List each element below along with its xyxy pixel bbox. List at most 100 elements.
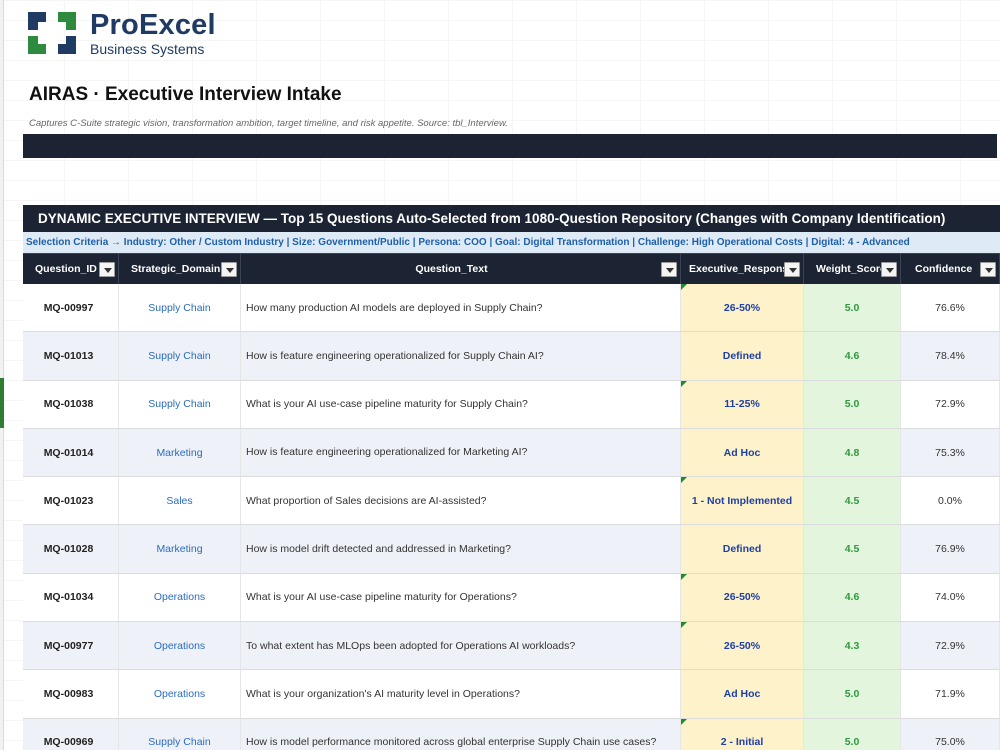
weight-score-cell[interactable]: 5.0 xyxy=(804,380,901,428)
response-cell[interactable]: 26-50% xyxy=(681,573,804,622)
response-value: Ad Hoc xyxy=(723,688,761,701)
response-cell[interactable]: 1 - Not Implemented xyxy=(681,477,804,525)
response-cell[interactable]: Defined xyxy=(681,525,804,573)
confidence-cell[interactable]: 71.9% xyxy=(901,670,1000,718)
header-strategic-domain[interactable]: Strategic_Domain xyxy=(119,254,241,284)
domain-cell[interactable]: Supply Chain xyxy=(119,718,241,750)
weight-score-cell[interactable]: 4.6 xyxy=(804,332,901,380)
table-row[interactable]: MQ-01014 Marketing How is feature engine… xyxy=(23,428,1000,478)
filter-dropdown-icon[interactable] xyxy=(784,262,800,277)
response-value: 26-50% xyxy=(723,301,761,314)
response-cell[interactable]: 11-25% xyxy=(681,380,804,428)
question-id-cell[interactable]: MQ-00977 xyxy=(23,622,119,670)
confidence-cell[interactable]: 76.9% xyxy=(901,525,1000,573)
response-cell[interactable]: Ad Hoc xyxy=(681,428,804,477)
comment-indicator-icon xyxy=(681,380,687,387)
domain-cell[interactable]: Sales xyxy=(119,477,241,525)
question-text-cell[interactable]: How is feature engineering operationaliz… xyxy=(241,332,681,380)
domain-cell[interactable]: Operations xyxy=(119,622,241,670)
header-label: Executive_Response xyxy=(689,263,795,275)
question-id-cell[interactable]: MQ-01023 xyxy=(23,477,119,525)
header-weight-score[interactable]: Weight_Score xyxy=(804,254,901,284)
domain-cell[interactable]: Supply Chain xyxy=(119,284,241,332)
domain-cell[interactable]: Operations xyxy=(119,670,241,718)
weight-score-cell[interactable]: 4.8 xyxy=(804,428,901,477)
filter-dropdown-icon[interactable] xyxy=(221,262,237,277)
question-id-cell[interactable]: MQ-00997 xyxy=(23,284,119,332)
confidence-cell[interactable]: 75.3% xyxy=(901,428,1000,477)
logo-cross-icon xyxy=(24,8,80,58)
confidence-cell[interactable]: 76.6% xyxy=(901,284,1000,332)
question-text-cell[interactable]: What is your AI use-case pipeline maturi… xyxy=(241,380,681,428)
question-text-cell[interactable]: What is your organization's AI maturity … xyxy=(241,670,681,718)
table-row[interactable]: MQ-01023 Sales What proportion of Sales … xyxy=(23,477,1000,526)
filter-dropdown-icon[interactable] xyxy=(99,262,115,277)
header-confidence[interactable]: Confidence xyxy=(901,254,1000,284)
domain-cell[interactable]: Operations xyxy=(119,573,241,622)
table-row[interactable]: MQ-01013 Supply Chain How is feature eng… xyxy=(23,332,1000,381)
weight-score-cell[interactable]: 4.5 xyxy=(804,477,901,525)
table-row[interactable]: MQ-01034 Operations What is your AI use-… xyxy=(23,573,1000,623)
domain-cell[interactable]: Supply Chain xyxy=(119,380,241,428)
confidence-cell[interactable]: 74.0% xyxy=(901,573,1000,622)
header-question-id[interactable]: Question_ID xyxy=(23,254,119,284)
comment-indicator-icon xyxy=(681,622,687,629)
header-band xyxy=(23,134,997,158)
domain-cell[interactable]: Marketing xyxy=(119,428,241,477)
table-row[interactable]: MQ-00983 Operations What is your organiz… xyxy=(23,670,1000,719)
confidence-cell[interactable]: 72.9% xyxy=(901,380,1000,428)
question-text-cell[interactable]: What proportion of Sales decisions are A… xyxy=(241,477,681,525)
question-id-cell[interactable]: MQ-01013 xyxy=(23,332,119,380)
confidence-cell[interactable]: 75.0% xyxy=(901,718,1000,750)
question-id-cell[interactable]: MQ-01038 xyxy=(23,380,119,428)
question-text-cell[interactable]: How many production AI models are deploy… xyxy=(241,284,681,332)
filter-dropdown-icon[interactable] xyxy=(661,262,677,277)
header-question-text[interactable]: Question_Text xyxy=(241,254,681,284)
weight-score-cell[interactable]: 4.5 xyxy=(804,525,901,573)
response-value: 2 - Initial xyxy=(720,736,764,749)
header-executive-response[interactable]: Executive_Response xyxy=(681,254,804,284)
page-description: Captures C-Suite strategic vision, trans… xyxy=(29,118,508,129)
row-header-strip xyxy=(0,0,4,750)
weight-score-cell[interactable]: 5.0 xyxy=(804,718,901,750)
header-label: Strategic_Domain xyxy=(131,263,221,275)
question-text-cell[interactable]: To what extent has MLOps been adopted fo… xyxy=(241,622,681,670)
question-text-cell[interactable]: How is feature engineering operationaliz… xyxy=(241,428,681,477)
filter-dropdown-icon[interactable] xyxy=(881,262,897,277)
weight-score-cell[interactable]: 4.6 xyxy=(804,573,901,622)
weight-score-cell[interactable]: 5.0 xyxy=(804,670,901,718)
table-row[interactable]: MQ-01028 Marketing How is model drift de… xyxy=(23,525,1000,574)
response-cell[interactable]: 26-50% xyxy=(681,284,804,332)
question-id-cell[interactable]: MQ-00969 xyxy=(23,718,119,750)
company-logo: ProExcel Business Systems xyxy=(24,8,216,58)
response-cell[interactable]: 2 - Initial xyxy=(681,718,804,750)
table-row[interactable]: MQ-00997 Supply Chain How many productio… xyxy=(23,284,1000,333)
confidence-cell[interactable]: 78.4% xyxy=(901,332,1000,380)
weight-score-cell[interactable]: 5.0 xyxy=(804,284,901,332)
comment-indicator-icon xyxy=(681,718,687,725)
response-cell[interactable]: Defined xyxy=(681,332,804,380)
domain-cell[interactable]: Supply Chain xyxy=(119,332,241,380)
filter-dropdown-icon[interactable] xyxy=(980,262,996,277)
question-text-cell[interactable]: How is model drift detected and addresse… xyxy=(241,525,681,573)
question-text-cell[interactable]: How is model performance monitored acros… xyxy=(241,718,681,750)
question-id-cell[interactable]: MQ-01034 xyxy=(23,573,119,622)
question-id-cell[interactable]: MQ-01014 xyxy=(23,428,119,477)
domain-cell[interactable]: Marketing xyxy=(119,525,241,573)
selection-criteria: Selection Criteria → Industry: Other / C… xyxy=(23,232,1000,253)
selected-row-marker xyxy=(0,378,4,428)
response-value: 26-50% xyxy=(723,639,761,652)
table-title: DYNAMIC EXECUTIVE INTERVIEW — Top 15 Que… xyxy=(23,205,1000,232)
question-id-cell[interactable]: MQ-01028 xyxy=(23,525,119,573)
header-label: Confidence xyxy=(915,263,973,275)
confidence-cell[interactable]: 0.0% xyxy=(901,477,1000,525)
question-text-cell[interactable]: What is your AI use-case pipeline maturi… xyxy=(241,573,681,622)
table-row[interactable]: MQ-01038 Supply Chain What is your AI us… xyxy=(23,380,1000,429)
confidence-cell[interactable]: 72.9% xyxy=(901,622,1000,670)
table-row[interactable]: MQ-00977 Operations To what extent has M… xyxy=(23,622,1000,671)
response-cell[interactable]: Ad Hoc xyxy=(681,670,804,718)
weight-score-cell[interactable]: 4.3 xyxy=(804,622,901,670)
response-cell[interactable]: 26-50% xyxy=(681,622,804,670)
question-id-cell[interactable]: MQ-00983 xyxy=(23,670,119,718)
table-row[interactable]: MQ-00969 Supply Chain How is model perfo… xyxy=(23,718,1000,750)
